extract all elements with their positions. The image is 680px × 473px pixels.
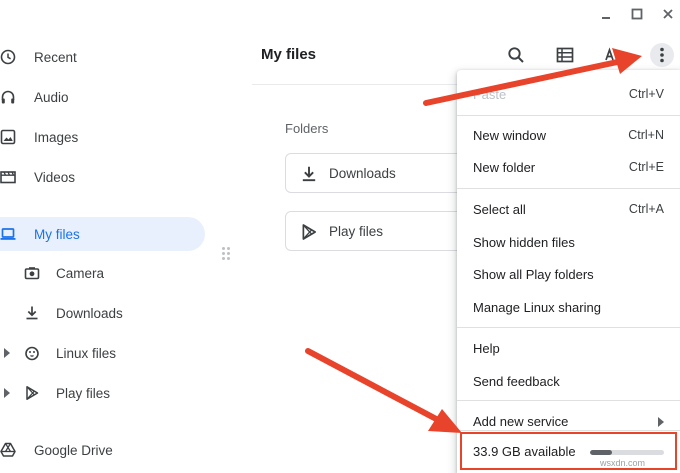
minimize-icon bbox=[602, 17, 610, 19]
sidebar-item-label: Downloads bbox=[56, 305, 123, 321]
close-button[interactable] bbox=[658, 4, 678, 24]
sort-icon bbox=[605, 47, 614, 61]
menu-item-label: Show all Play folders bbox=[473, 267, 594, 282]
menu-item-label: Paste bbox=[473, 87, 507, 102]
folder-label: Downloads bbox=[329, 166, 396, 181]
menu-item-label: New folder bbox=[473, 160, 536, 175]
film-icon bbox=[0, 169, 16, 185]
more-options-button[interactable] bbox=[650, 43, 674, 67]
sidebar-item-audio[interactable]: Audio bbox=[0, 80, 210, 114]
image-icon bbox=[0, 129, 16, 145]
menu-item-show-hidden-files[interactable]: Show hidden files bbox=[457, 228, 680, 258]
drive-icon bbox=[0, 442, 16, 458]
menu-item-shortcut: Ctrl+A bbox=[628, 202, 664, 216]
menu-item-label: Select all bbox=[473, 202, 526, 217]
menu-separator bbox=[457, 327, 680, 328]
search-button[interactable] bbox=[505, 44, 527, 66]
sidebar-item-label: Google Drive bbox=[34, 442, 113, 458]
menu-item-new-window[interactable]: New window Ctrl+N bbox=[457, 121, 680, 151]
more-vert-icon bbox=[660, 47, 664, 63]
penguin-icon bbox=[24, 345, 40, 361]
sidebar-item-play-files[interactable]: Play files bbox=[0, 376, 210, 410]
menu-separator bbox=[457, 115, 680, 116]
download-icon bbox=[24, 305, 40, 321]
menu-item-label: Help bbox=[473, 341, 500, 356]
folder-card-play-files[interactable]: Play files bbox=[285, 211, 485, 251]
menu-item-help[interactable]: Help bbox=[457, 334, 680, 364]
folders-section-label: Folders bbox=[285, 121, 329, 136]
folder-label: Play files bbox=[329, 224, 384, 239]
menu-item-label: Send feedback bbox=[473, 374, 560, 389]
sidebar-item-camera[interactable]: Camera bbox=[0, 256, 210, 290]
sidebar-item-label: Linux files bbox=[56, 345, 117, 361]
menu-item-show-all-play-folders[interactable]: Show all Play folders bbox=[457, 260, 680, 290]
page-title: My files bbox=[261, 46, 317, 63]
sidebar-item-label: Camera bbox=[56, 265, 105, 281]
menu-item-manage-linux-sharing[interactable]: Manage Linux sharing bbox=[457, 293, 680, 323]
watermark-text: wsxdn.com bbox=[600, 458, 646, 468]
menu-item-shortcut: Ctrl+V bbox=[628, 87, 664, 101]
menu-item-shortcut: Ctrl+N bbox=[628, 128, 664, 142]
sort-button[interactable] bbox=[602, 44, 624, 66]
sidebar-item-videos[interactable]: Videos bbox=[0, 160, 210, 194]
menu-separator bbox=[457, 400, 680, 401]
download-icon bbox=[302, 166, 316, 182]
sidebar-item-linux-files[interactable]: Linux files bbox=[0, 336, 210, 370]
camera-icon bbox=[24, 265, 40, 281]
sidebar-resize-handle[interactable] bbox=[222, 247, 230, 263]
sidebar-item-recent[interactable]: Recent bbox=[0, 40, 210, 74]
sidebar-item-label: My files bbox=[34, 226, 80, 242]
menu-separator bbox=[457, 188, 680, 189]
laptop-icon bbox=[0, 226, 16, 242]
sidebar-item-label: Recent bbox=[34, 49, 77, 65]
play-store-icon bbox=[24, 385, 40, 401]
minimize-button[interactable] bbox=[596, 4, 616, 24]
clock-icon bbox=[0, 49, 16, 65]
maximize-icon bbox=[631, 8, 643, 20]
menu-item-label: Manage Linux sharing bbox=[473, 300, 601, 315]
list-view-icon bbox=[556, 47, 574, 63]
sidebar-item-label: Audio bbox=[34, 89, 69, 105]
menu-item-new-folder[interactable]: New folder Ctrl+E bbox=[457, 153, 680, 183]
sidebar-item-google-drive[interactable]: Google Drive bbox=[0, 433, 210, 467]
menu-item-label: Show hidden files bbox=[473, 235, 575, 250]
folder-card-downloads[interactable]: Downloads bbox=[285, 153, 485, 193]
expand-arrow-icon[interactable] bbox=[4, 348, 10, 358]
menu-item-label: New window bbox=[473, 128, 546, 143]
more-options-menu: Paste Ctrl+V New window Ctrl+N New folde… bbox=[457, 70, 680, 473]
close-icon bbox=[663, 9, 673, 19]
expand-arrow-icon[interactable] bbox=[4, 388, 10, 398]
submenu-arrow-icon bbox=[658, 417, 664, 427]
menu-item-label: Add new service bbox=[473, 414, 569, 429]
headphones-icon bbox=[0, 89, 16, 105]
menu-item-shortcut: Ctrl+E bbox=[628, 160, 664, 174]
menu-item-select-all[interactable]: Select all Ctrl+A bbox=[457, 195, 680, 225]
sidebar-item-downloads[interactable]: Downloads bbox=[0, 296, 210, 330]
search-icon bbox=[508, 47, 524, 63]
view-toggle-button[interactable] bbox=[554, 44, 576, 66]
play-store-icon bbox=[302, 224, 317, 240]
menu-item-send-feedback[interactable]: Send feedback bbox=[457, 367, 680, 397]
sidebar-item-images[interactable]: Images bbox=[0, 120, 210, 154]
sidebar-item-label: Videos bbox=[34, 169, 76, 185]
menu-item-paste[interactable]: Paste Ctrl+V bbox=[457, 80, 680, 110]
sidebar-item-label: Play files bbox=[56, 385, 111, 401]
sidebar-item-my-files[interactable]: My files bbox=[0, 217, 205, 251]
sidebar-item-label: Images bbox=[34, 129, 79, 145]
maximize-button[interactable] bbox=[627, 4, 647, 24]
